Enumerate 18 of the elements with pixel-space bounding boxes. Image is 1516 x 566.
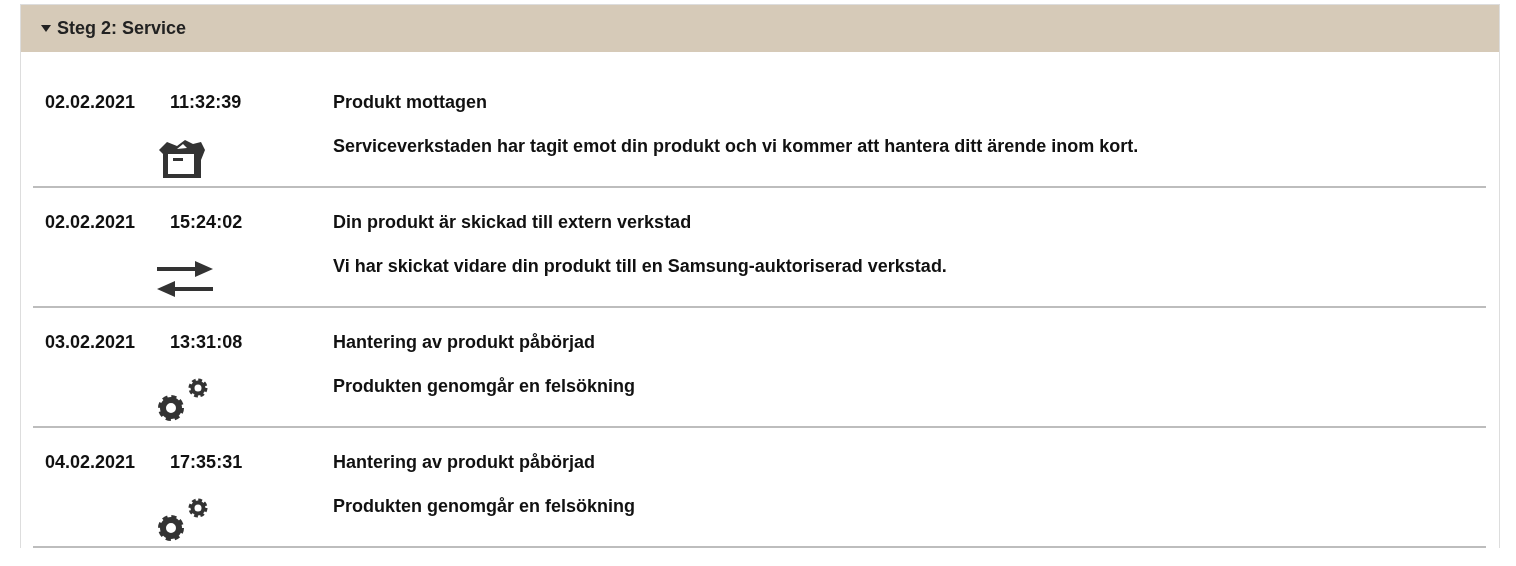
event-time: 11:32:39 (170, 92, 242, 113)
event-description: Produkten genomgår en felsökning (333, 375, 637, 398)
caret-down-icon (41, 24, 51, 33)
event-date: 04.02.2021 (45, 452, 136, 473)
event-title: Produkt mottagen (333, 92, 488, 114)
event-title: Hantering av produkt påbörjad (333, 332, 597, 354)
event-time: 13:31:08 (170, 332, 243, 353)
event-title: Din produkt är skickad till extern verkstad (333, 212, 693, 234)
event-date: 03.02.2021 (45, 332, 136, 353)
section-header[interactable]: Steg 2: Service (21, 5, 1499, 52)
event-description: Vi har skickat vidare din produkt till en Samsung-auktoriserad verkstad. (333, 255, 948, 278)
event-time: 17:35:31 (170, 452, 243, 473)
event-time: 15:24:02 (170, 212, 243, 233)
event-date: 02.02.2021 (45, 212, 136, 233)
event-date: 02.02.2021 (45, 92, 136, 113)
event-title: Hantering av produkt påbörjad (333, 452, 597, 474)
event-description: Serviceverkstaden har tagit emot din produkt och vi kommer att hantera ditt ärende inom kort. (333, 135, 1140, 158)
event-description: Produkten genomgår en felsökning (333, 495, 637, 518)
